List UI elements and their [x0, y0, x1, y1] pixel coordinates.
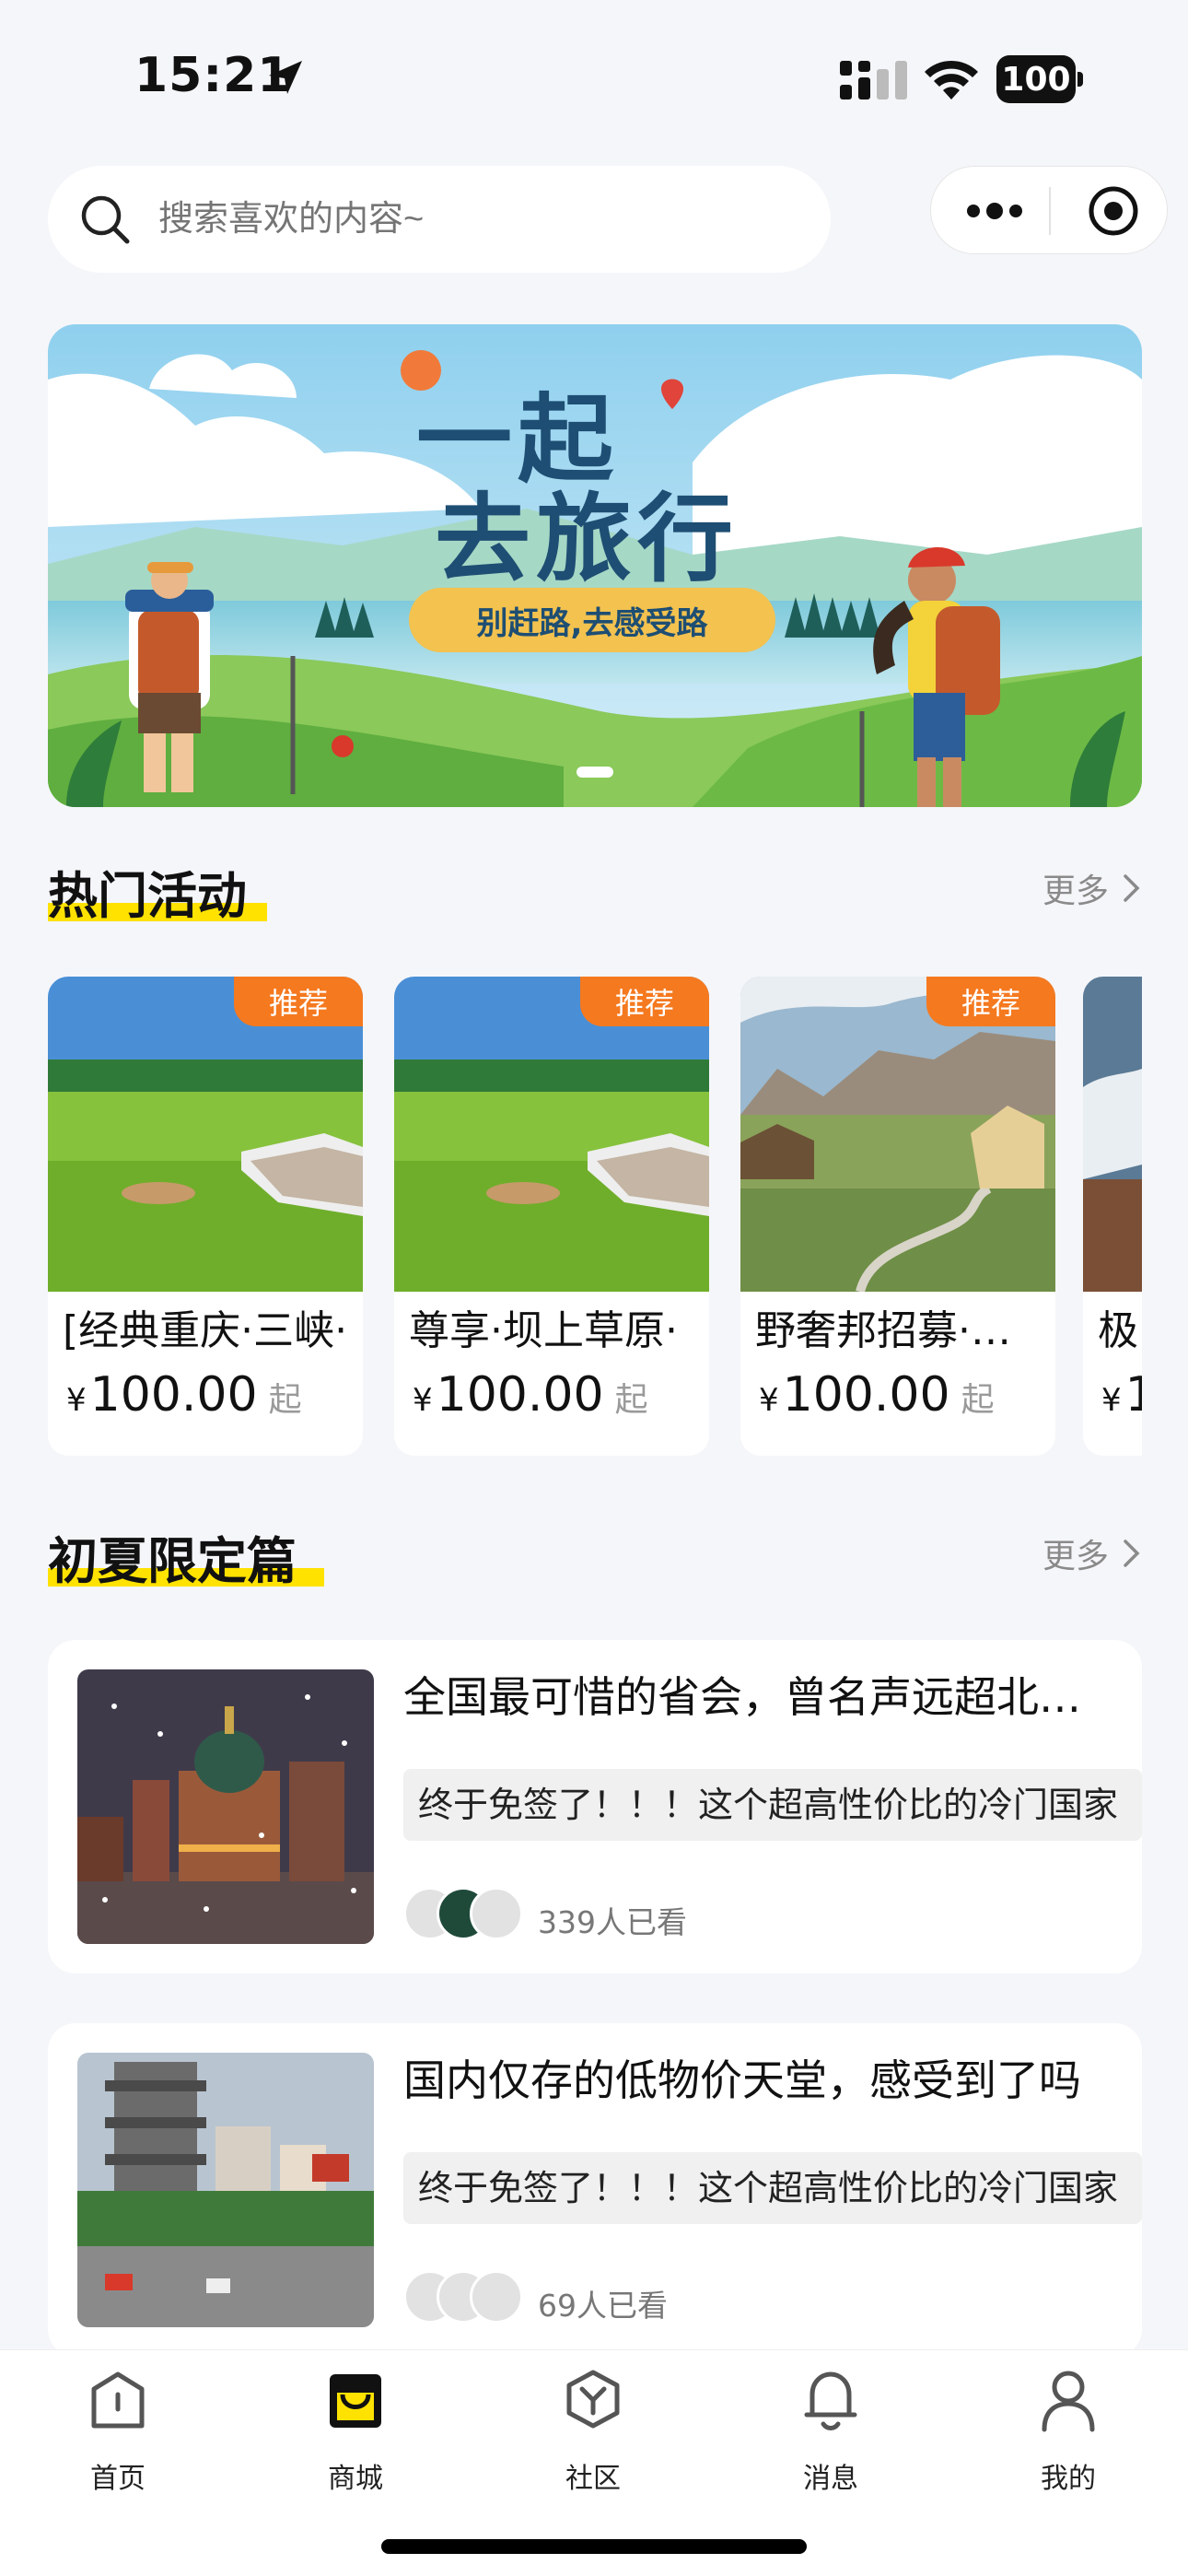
activity-name: 极: [1098, 1307, 1138, 1354]
tab-home[interactable]: 首页: [44, 2367, 192, 2496]
tab-label: 我的: [1041, 2463, 1096, 2495]
more-label: 更多: [1042, 1538, 1109, 1575]
close-target-icon[interactable]: [1088, 185, 1139, 237]
view-count: 69人已看: [538, 2288, 668, 2324]
viewer-avatars: [403, 2270, 532, 2325]
chevron-right-icon: [1124, 1540, 1140, 1567]
more-dots-icon[interactable]: [962, 191, 1027, 231]
travel-banner[interactable]: 一起 去旅行 别赶路,去感受路: [48, 324, 1142, 807]
hot-more-link[interactable]: 更多: [1042, 864, 1142, 912]
tab-label: 首页: [90, 2463, 146, 2495]
activity-name: [经典重庆·三峡·: [63, 1307, 348, 1354]
tab-messages[interactable]: 消息: [757, 2367, 904, 2496]
location-arrow-icon: [269, 61, 302, 94]
price-value: 100.00: [782, 1367, 950, 1423]
capsule-divider: [1049, 187, 1051, 235]
hot-activities-header: 热门活动 更多: [48, 855, 1142, 929]
activity-image: [1083, 977, 1142, 1292]
price-value: 100.00: [436, 1367, 604, 1423]
article-thumbnail: [77, 2053, 374, 2327]
avatar: [470, 2270, 523, 2324]
currency-symbol: ¥: [1101, 1382, 1122, 1419]
carousel-indicator: [577, 767, 613, 778]
section-title: 初夏限定篇: [48, 1532, 297, 1590]
activity-price: ¥ 100.00 起: [413, 1367, 648, 1423]
search-bar[interactable]: [48, 166, 831, 273]
activity-name: 尊享·坝上草原·: [409, 1307, 678, 1354]
summer-more-link[interactable]: 更多: [1042, 1529, 1142, 1577]
search-icon: [81, 195, 130, 244]
activity-card[interactable]: 推荐 野奢邦招募·新疆 ¥ 100.00 起: [740, 977, 1055, 1456]
tab-label: 商城: [328, 2463, 383, 2495]
battery-level: 100: [996, 55, 1076, 103]
profile-icon: [1042, 2371, 1095, 2432]
article-card[interactable]: 全国最可惜的省会，曾名声远超北上广 终于免签了！！！这个超高性价比的冷门国家 3…: [48, 1640, 1142, 1973]
activity-card[interactable]: 推荐 尊享·坝上草原· ¥ 100.00 起: [394, 977, 709, 1456]
activity-card[interactable]: 极 ¥ 1: [1083, 977, 1142, 1456]
article-card[interactable]: 国内仅存的低物价天堂，感受到了吗 终于免签了！！！这个超高性价比的冷门国家 69…: [48, 2023, 1142, 2357]
tab-label: 社区: [565, 2463, 621, 2495]
mini-program-capsule: [930, 166, 1168, 254]
viewer-avatars: [403, 1887, 532, 1942]
community-icon: [566, 2370, 620, 2429]
hot-activities-list: 推荐 [经典重庆·三峡· ¥ 100.00 起 推荐 尊享·坝上草原· ¥ 10…: [48, 977, 1142, 1456]
tab-profile[interactable]: 我的: [995, 2367, 1142, 2496]
recommend-badge: 推荐: [234, 977, 363, 1026]
banner-title-line2: 去旅行: [435, 482, 740, 595]
cellular-signal-icon: [840, 61, 907, 100]
article-thumbnail: [77, 1669, 374, 1944]
article-summary: 终于免签了！！！这个超高性价比的冷门国家: [403, 2152, 1142, 2224]
price-suffix: 起: [961, 1381, 995, 1419]
battery-tip: [1077, 72, 1083, 87]
price-suffix: 起: [614, 1381, 648, 1419]
shop-bag-icon: [330, 2374, 381, 2428]
price-value: 1: [1124, 1367, 1142, 1423]
currency-symbol: ¥: [66, 1382, 87, 1419]
price-suffix: 起: [268, 1381, 302, 1419]
article-title: 国内仅存的低物价天堂，感受到了吗: [403, 2055, 1081, 2105]
bell-icon: [804, 2371, 857, 2430]
activity-price: ¥ 100.00 起: [759, 1367, 995, 1423]
article-title: 全国最可惜的省会，曾名声远超北上广: [403, 1672, 1122, 1722]
home-indicator[interactable]: [381, 2539, 807, 2554]
chevron-right-icon: [1124, 874, 1140, 902]
status-bar: 15:21 100: [0, 0, 1188, 157]
early-summer-header: 初夏限定篇 更多: [48, 1520, 1142, 1594]
section-title: 热门活动: [48, 867, 247, 925]
tab-community[interactable]: 社区: [519, 2367, 667, 2496]
currency-symbol: ¥: [413, 1382, 433, 1419]
article-summary: 终于免签了！！！这个超高性价比的冷门国家: [403, 1769, 1142, 1841]
activity-card[interactable]: 推荐 [经典重庆·三峡· ¥ 100.00 起: [48, 977, 363, 1456]
price-value: 100.00: [89, 1367, 258, 1423]
currency-symbol: ¥: [759, 1382, 779, 1419]
tab-label: 消息: [803, 2463, 858, 2495]
view-count: 339人已看: [538, 1904, 687, 1940]
recommend-badge: 推荐: [580, 977, 709, 1026]
recommend-badge: 推荐: [926, 977, 1055, 1026]
activity-price: ¥ 100.00 起: [66, 1367, 302, 1423]
more-label: 更多: [1042, 872, 1109, 910]
activity-price: ¥ 1: [1101, 1367, 1142, 1423]
home-icon: [91, 2371, 145, 2429]
battery-indicator: 100: [996, 55, 1085, 103]
wifi-icon: [925, 60, 978, 100]
tab-shop[interactable]: 商城: [282, 2367, 429, 2496]
avatar: [470, 1887, 523, 1940]
banner-slogan: 别赶路,去感受路: [409, 588, 775, 652]
search-input[interactable]: [158, 166, 803, 273]
activity-name: 野奢邦招募·新疆: [755, 1307, 1048, 1354]
